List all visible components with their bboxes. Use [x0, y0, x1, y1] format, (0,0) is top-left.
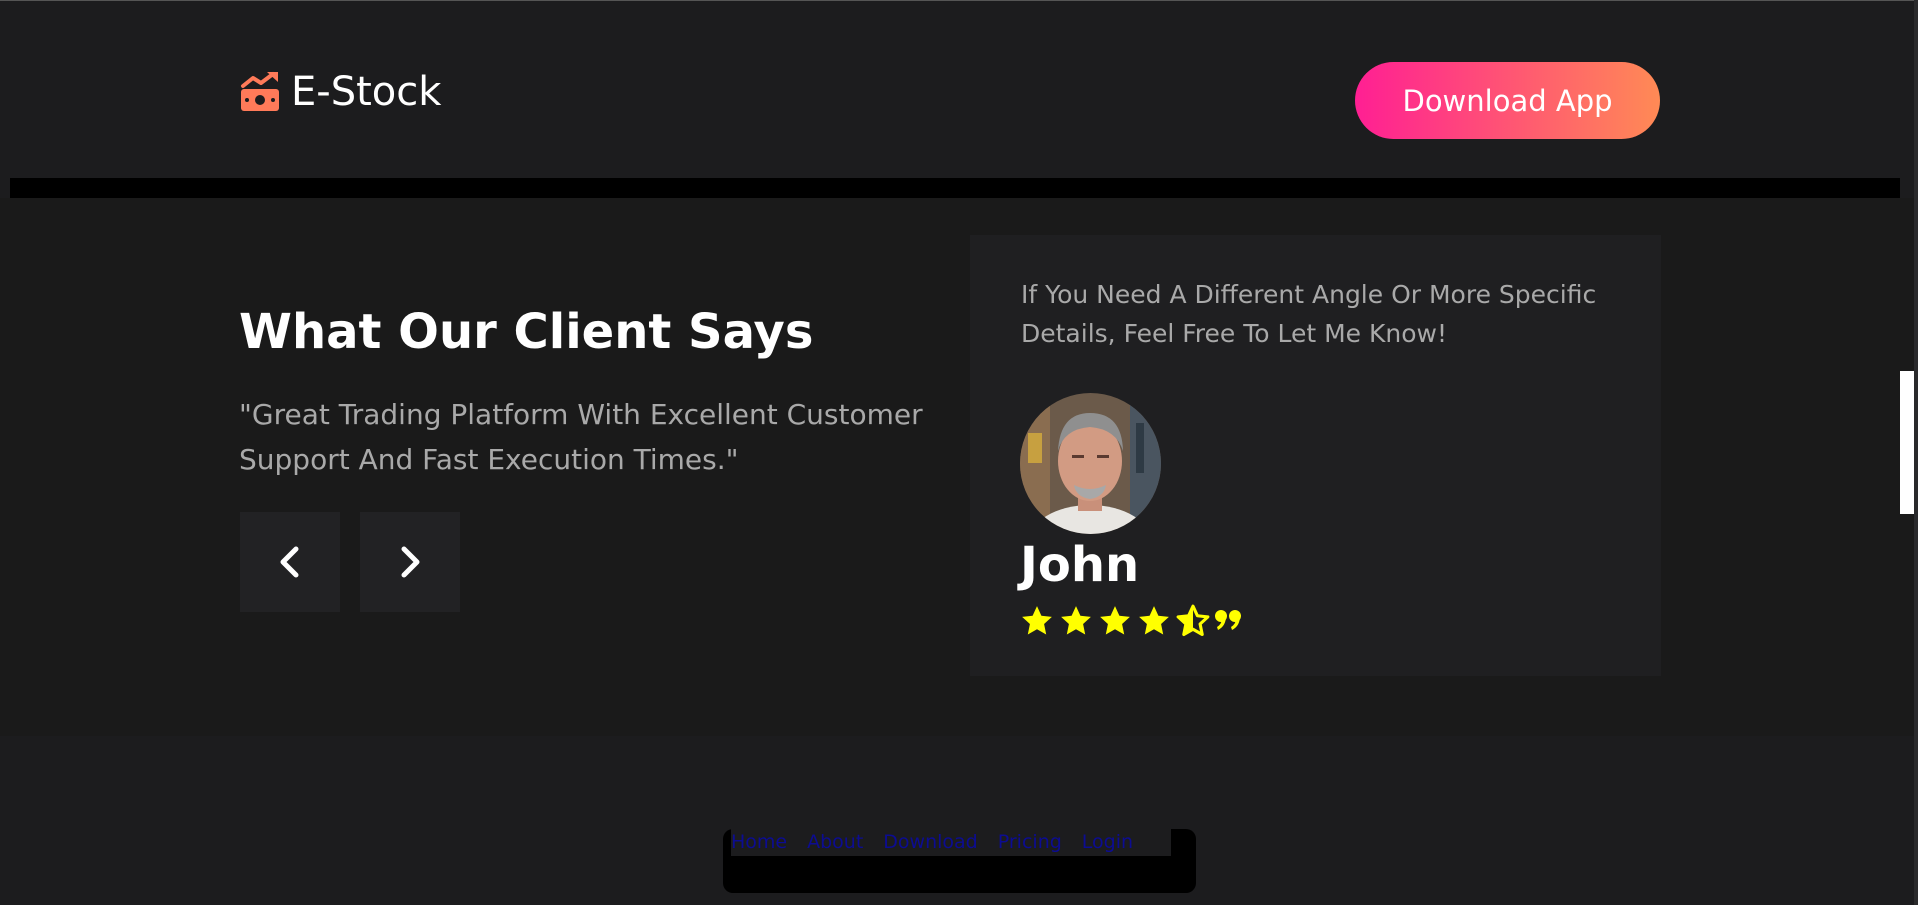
site-header: E-Stock Download App	[0, 1, 1918, 178]
brand-name: E-Stock	[291, 69, 442, 115]
star-rating	[1020, 603, 1243, 639]
footer-link-home[interactable]: Home	[731, 831, 787, 853]
footer-link-login[interactable]: Login	[1082, 831, 1133, 853]
header-divider	[10, 178, 1900, 198]
testimonial-quote: "Great Trading Platform With Excellent C…	[239, 398, 923, 476]
star-half-icon	[1176, 604, 1210, 637]
star-full-icon	[1061, 606, 1091, 635]
quote-icon	[1215, 610, 1241, 630]
avatar	[1020, 393, 1161, 534]
next-testimonial-button[interactable]	[360, 512, 460, 612]
client-name: John	[1020, 537, 1140, 593]
section-heading: What Our Client Says	[239, 304, 814, 360]
star-full-icon	[1139, 606, 1169, 635]
footer-link-pricing[interactable]: Pricing	[998, 831, 1062, 853]
footer-link-download[interactable]: Download	[883, 831, 977, 853]
brand-logo[interactable]: E-Stock	[239, 68, 441, 116]
card-note: If You Need A Different Angle Or More Sp…	[1021, 280, 1597, 348]
chevron-left-icon	[272, 544, 308, 580]
money-growth-icon	[239, 71, 281, 113]
prev-testimonial-button[interactable]	[240, 512, 340, 612]
chevron-right-icon	[392, 544, 428, 580]
star-full-icon	[1100, 606, 1130, 635]
footer-nav: Home About Download Pricing Login	[731, 828, 1171, 856]
page-right-edge	[1914, 0, 1918, 905]
download-app-button[interactable]: Download App	[1355, 62, 1660, 139]
star-full-icon	[1022, 606, 1052, 635]
footer-link-about[interactable]: About	[807, 831, 863, 853]
